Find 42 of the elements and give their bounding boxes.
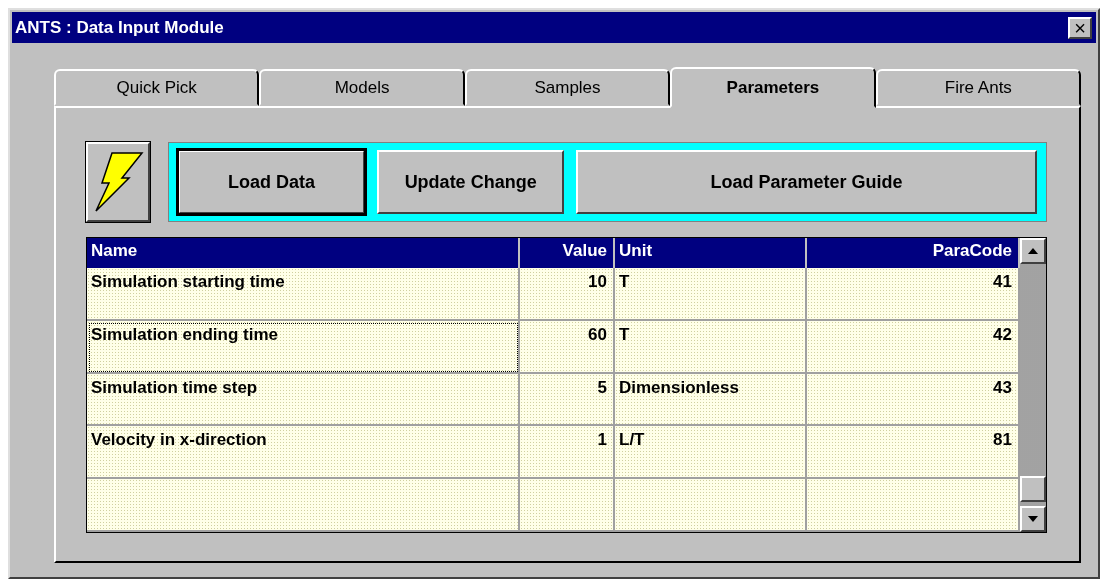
up-arrow-icon <box>1028 248 1038 254</box>
table-cell[interactable]: 60 <box>520 320 615 374</box>
window-title: ANTS : Data Input Module <box>15 17 224 38</box>
column-header[interactable]: ParaCode <box>807 238 1020 268</box>
table-cell[interactable]: T <box>615 320 807 374</box>
column-header[interactable]: Name <box>87 238 520 268</box>
scroll-thumb[interactable] <box>1020 476 1046 502</box>
tab[interactable]: Samples <box>464 69 671 106</box>
column-header[interactable]: Unit <box>615 238 807 268</box>
tab[interactable]: Fire Ants <box>875 69 1082 106</box>
tab[interactable]: Models <box>259 69 465 106</box>
close-button[interactable]: × <box>1068 16 1092 39</box>
scroll-down-button[interactable] <box>1020 506 1046 532</box>
table-cell[interactable]: 41 <box>807 268 1020 321</box>
table-cell[interactable]: 42 <box>807 320 1020 374</box>
table-cell[interactable]: T <box>615 268 807 321</box>
table-cell[interactable]: L/T <box>615 426 807 480</box>
table-cell[interactable]: 81 <box>807 426 1020 480</box>
toolbar-button[interactable]: Load Data <box>178 150 366 214</box>
table-cell[interactable]: Dimensionless <box>615 373 807 427</box>
table-cell[interactable]: Velocity in x-direction <box>87 426 520 480</box>
table-cell[interactable]: 1 <box>520 426 615 480</box>
table-cell[interactable] <box>807 479 1020 532</box>
lightning-icon <box>92 151 144 213</box>
table-cell[interactable]: 43 <box>807 373 1020 427</box>
table-cell[interactable] <box>520 479 615 532</box>
toolbar-button[interactable]: Update Change <box>377 150 565 214</box>
down-arrow-icon <box>1028 516 1038 522</box>
table-cell[interactable]: Simulation starting time <box>87 268 520 321</box>
tab[interactable]: Quick Pick <box>54 69 260 106</box>
table-cell[interactable]: Simulation ending time <box>87 320 520 374</box>
toolbar-button[interactable]: Load Parameter Guide <box>576 150 1037 214</box>
tab[interactable]: Parameters <box>670 67 876 108</box>
lightning-button[interactable] <box>86 142 150 222</box>
table-cell[interactable]: 5 <box>520 373 615 427</box>
scrollbar[interactable] <box>1020 238 1046 532</box>
scroll-up-button[interactable] <box>1020 238 1046 264</box>
column-header[interactable]: Value <box>520 238 615 268</box>
table-cell[interactable] <box>615 479 807 532</box>
table-cell[interactable]: 10 <box>520 268 615 321</box>
table-cell[interactable]: Simulation time step <box>87 373 520 427</box>
table-cell[interactable] <box>87 479 520 532</box>
